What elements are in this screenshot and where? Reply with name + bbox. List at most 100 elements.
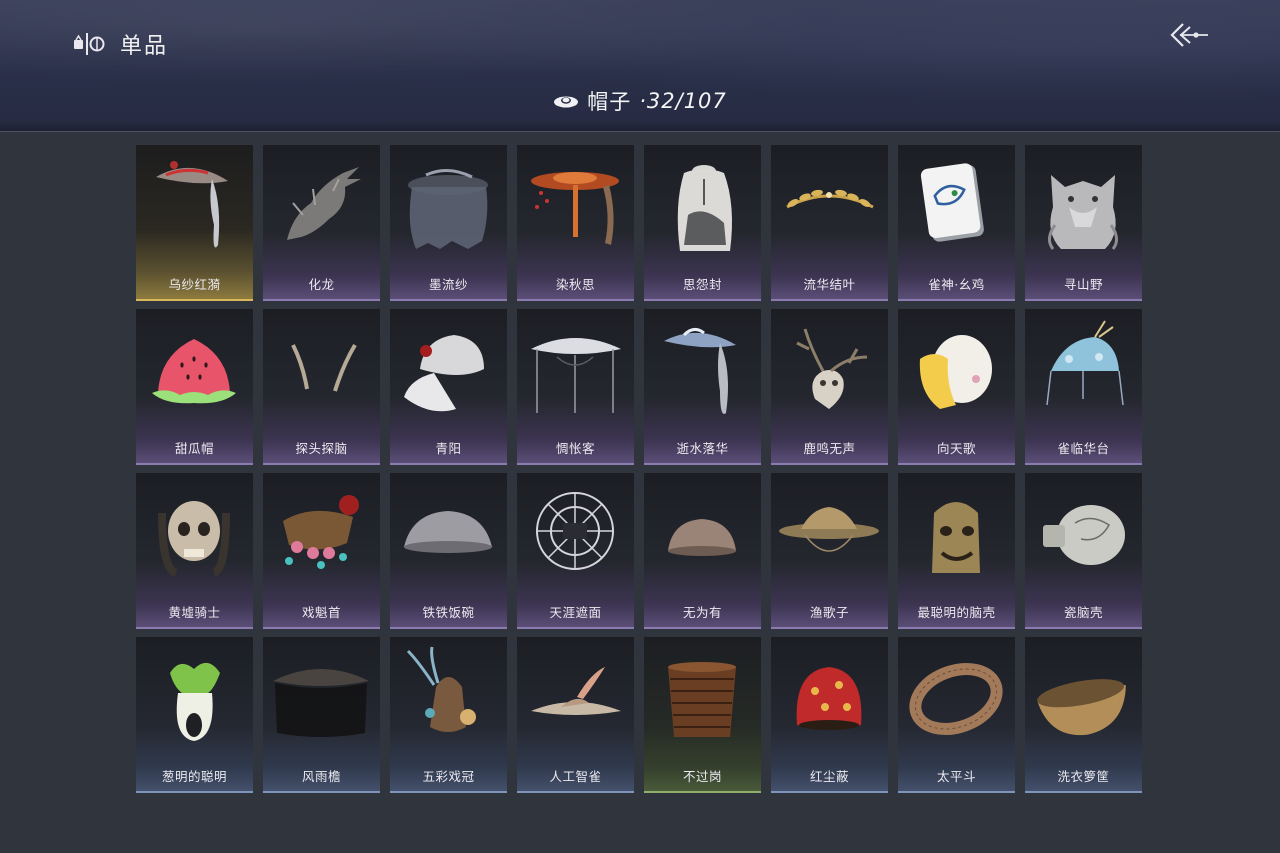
- item-name: 天涯遮面: [549, 605, 602, 620]
- item-card[interactable]: 铁铁饭碗: [390, 473, 507, 629]
- item-card[interactable]: 天涯遮面: [517, 473, 634, 629]
- item-card[interactable]: 黄墟骑士: [136, 473, 253, 629]
- item-name: 雀神·幺鸡: [928, 277, 985, 292]
- porcelain-jar-icon: [1025, 473, 1142, 593]
- item-card[interactable]: 化龙: [263, 145, 380, 301]
- item-name: 风雨檐: [301, 769, 341, 784]
- item-card[interactable]: 人工智雀: [517, 637, 634, 793]
- white-cap-icon: [390, 309, 507, 429]
- item-name: 乌纱红漪: [168, 277, 221, 292]
- item-card[interactable]: 乌纱红漪: [136, 145, 253, 301]
- item-card[interactable]: 不过岗: [644, 637, 761, 793]
- back-arrow-icon[interactable]: [1166, 18, 1210, 54]
- top-bar: 单品 帽子 ·32/107: [0, 0, 1280, 132]
- veiled-hat-blue-icon: [644, 309, 761, 429]
- dragon-head-icon: [263, 145, 380, 265]
- item-card[interactable]: 青阳: [390, 309, 507, 465]
- item-card[interactable]: 风雨檐: [263, 637, 380, 793]
- bok-choy-icon: [136, 637, 253, 757]
- item-card[interactable]: 雀临华台: [1025, 309, 1142, 465]
- bell-mask-icon: [898, 473, 1015, 593]
- item-card[interactable]: 墨流纱: [390, 145, 507, 301]
- item-name: 瓷脑壳: [1063, 605, 1103, 620]
- melon-hat-icon: [136, 309, 253, 429]
- item-name: 人工智雀: [549, 769, 602, 784]
- item-name: 思怨封: [682, 277, 722, 292]
- page-title: 单品: [120, 34, 169, 59]
- clay-bowl-icon: [644, 473, 761, 593]
- veil-hood-icon: [390, 145, 507, 265]
- mahjong-tile-icon: [898, 145, 1015, 265]
- item-name: 洗衣箩筐: [1057, 769, 1110, 784]
- duck-head-icon: [898, 309, 1015, 429]
- stacked-bowls-icon: [644, 637, 761, 757]
- item-card[interactable]: 太平斗: [898, 637, 1015, 793]
- item-card[interactable]: 无为有: [644, 473, 761, 629]
- item-name: 太平斗: [936, 769, 976, 784]
- woven-basket-icon: [1025, 637, 1142, 757]
- item-card[interactable]: 思怨封: [644, 145, 761, 301]
- red-cap-icon: [771, 637, 888, 757]
- item-card[interactable]: 探头探脑: [263, 309, 380, 465]
- item-name: 化龙: [308, 277, 335, 292]
- item-card[interactable]: 最聪明的脑壳: [898, 473, 1015, 629]
- item-grid: 乌纱红漪 化龙 墨流纱 染秋思 思怨封 流华结叶 雀神·幺鸡 寻山野 甜瓜帽 探…: [136, 145, 1142, 793]
- item-name: 逝水落华: [676, 441, 729, 456]
- item-name: 渔歌子: [809, 605, 849, 620]
- item-card[interactable]: 寻山野: [1025, 145, 1142, 301]
- hat-icon: [554, 96, 579, 108]
- item-name: 铁铁饭碗: [422, 605, 475, 620]
- item-card[interactable]: 渔歌子: [771, 473, 888, 629]
- item-name: 雀临华台: [1057, 441, 1110, 456]
- category-count: ·32/107: [639, 89, 727, 113]
- leaf-crown-icon: [771, 145, 888, 265]
- item-card[interactable]: 瓷脑壳: [1025, 473, 1142, 629]
- item-name: 戏魁首: [301, 605, 341, 620]
- item-name: 惆怅客: [555, 441, 595, 456]
- item-card[interactable]: 流华结叶: [771, 145, 888, 301]
- phoenix-crown-icon: [1025, 309, 1142, 429]
- item-card[interactable]: 葱明的聪明: [136, 637, 253, 793]
- item-card[interactable]: 雀神·幺鸡: [898, 145, 1015, 301]
- item-card[interactable]: 染秋思: [517, 145, 634, 301]
- bird-hat-icon: [517, 637, 634, 757]
- ink-hood-icon: [644, 145, 761, 265]
- item-name: 流华结叶: [803, 277, 856, 292]
- category-header: 帽子 ·32/107: [0, 86, 1280, 116]
- item-card[interactable]: 向天歌: [898, 309, 1015, 465]
- item-name: 最聪明的脑壳: [917, 605, 996, 620]
- conical-veil-hat-icon: [517, 309, 634, 429]
- item-name: 寻山野: [1063, 277, 1103, 292]
- feather-cap-icon: [390, 637, 507, 757]
- item-card[interactable]: 甜瓜帽: [136, 309, 253, 465]
- woven-ring-icon: [898, 637, 1015, 757]
- item-card[interactable]: 戏魁首: [263, 473, 380, 629]
- item-name: 无为有: [682, 605, 722, 620]
- deer-skull-icon: [771, 309, 888, 429]
- item-name: 染秋思: [555, 277, 595, 292]
- item-card[interactable]: 逝水落华: [644, 309, 761, 465]
- item-card[interactable]: 洗衣箩筐: [1025, 637, 1142, 793]
- item-name: 鹿鸣无声: [803, 441, 856, 456]
- item-card[interactable]: 五彩戏冠: [390, 637, 507, 793]
- opera-headdress-icon: [263, 473, 380, 593]
- item-name: 青阳: [435, 441, 462, 456]
- brand: 单品: [72, 28, 168, 60]
- antenna-icon: [263, 309, 380, 429]
- veiled-hat-icon: [136, 145, 253, 265]
- straw-hat-icon: [771, 473, 888, 593]
- item-name: 墨流纱: [428, 277, 468, 292]
- autumn-hat-icon: [517, 145, 634, 265]
- wire-hat-icon: [517, 473, 634, 593]
- item-name: 黄墟骑士: [168, 605, 221, 620]
- skull-dreadlocks-icon: [136, 473, 253, 593]
- item-name: 五彩戏冠: [422, 769, 475, 784]
- black-veil-hat-icon: [263, 637, 380, 757]
- item-name: 甜瓜帽: [174, 441, 214, 456]
- item-name: 不过岗: [682, 769, 722, 784]
- item-card[interactable]: 惆怅客: [517, 309, 634, 465]
- item-name: 红尘蔽: [809, 769, 849, 784]
- item-name: 向天歌: [936, 441, 976, 456]
- item-card[interactable]: 红尘蔽: [771, 637, 888, 793]
- item-card[interactable]: 鹿鸣无声: [771, 309, 888, 465]
